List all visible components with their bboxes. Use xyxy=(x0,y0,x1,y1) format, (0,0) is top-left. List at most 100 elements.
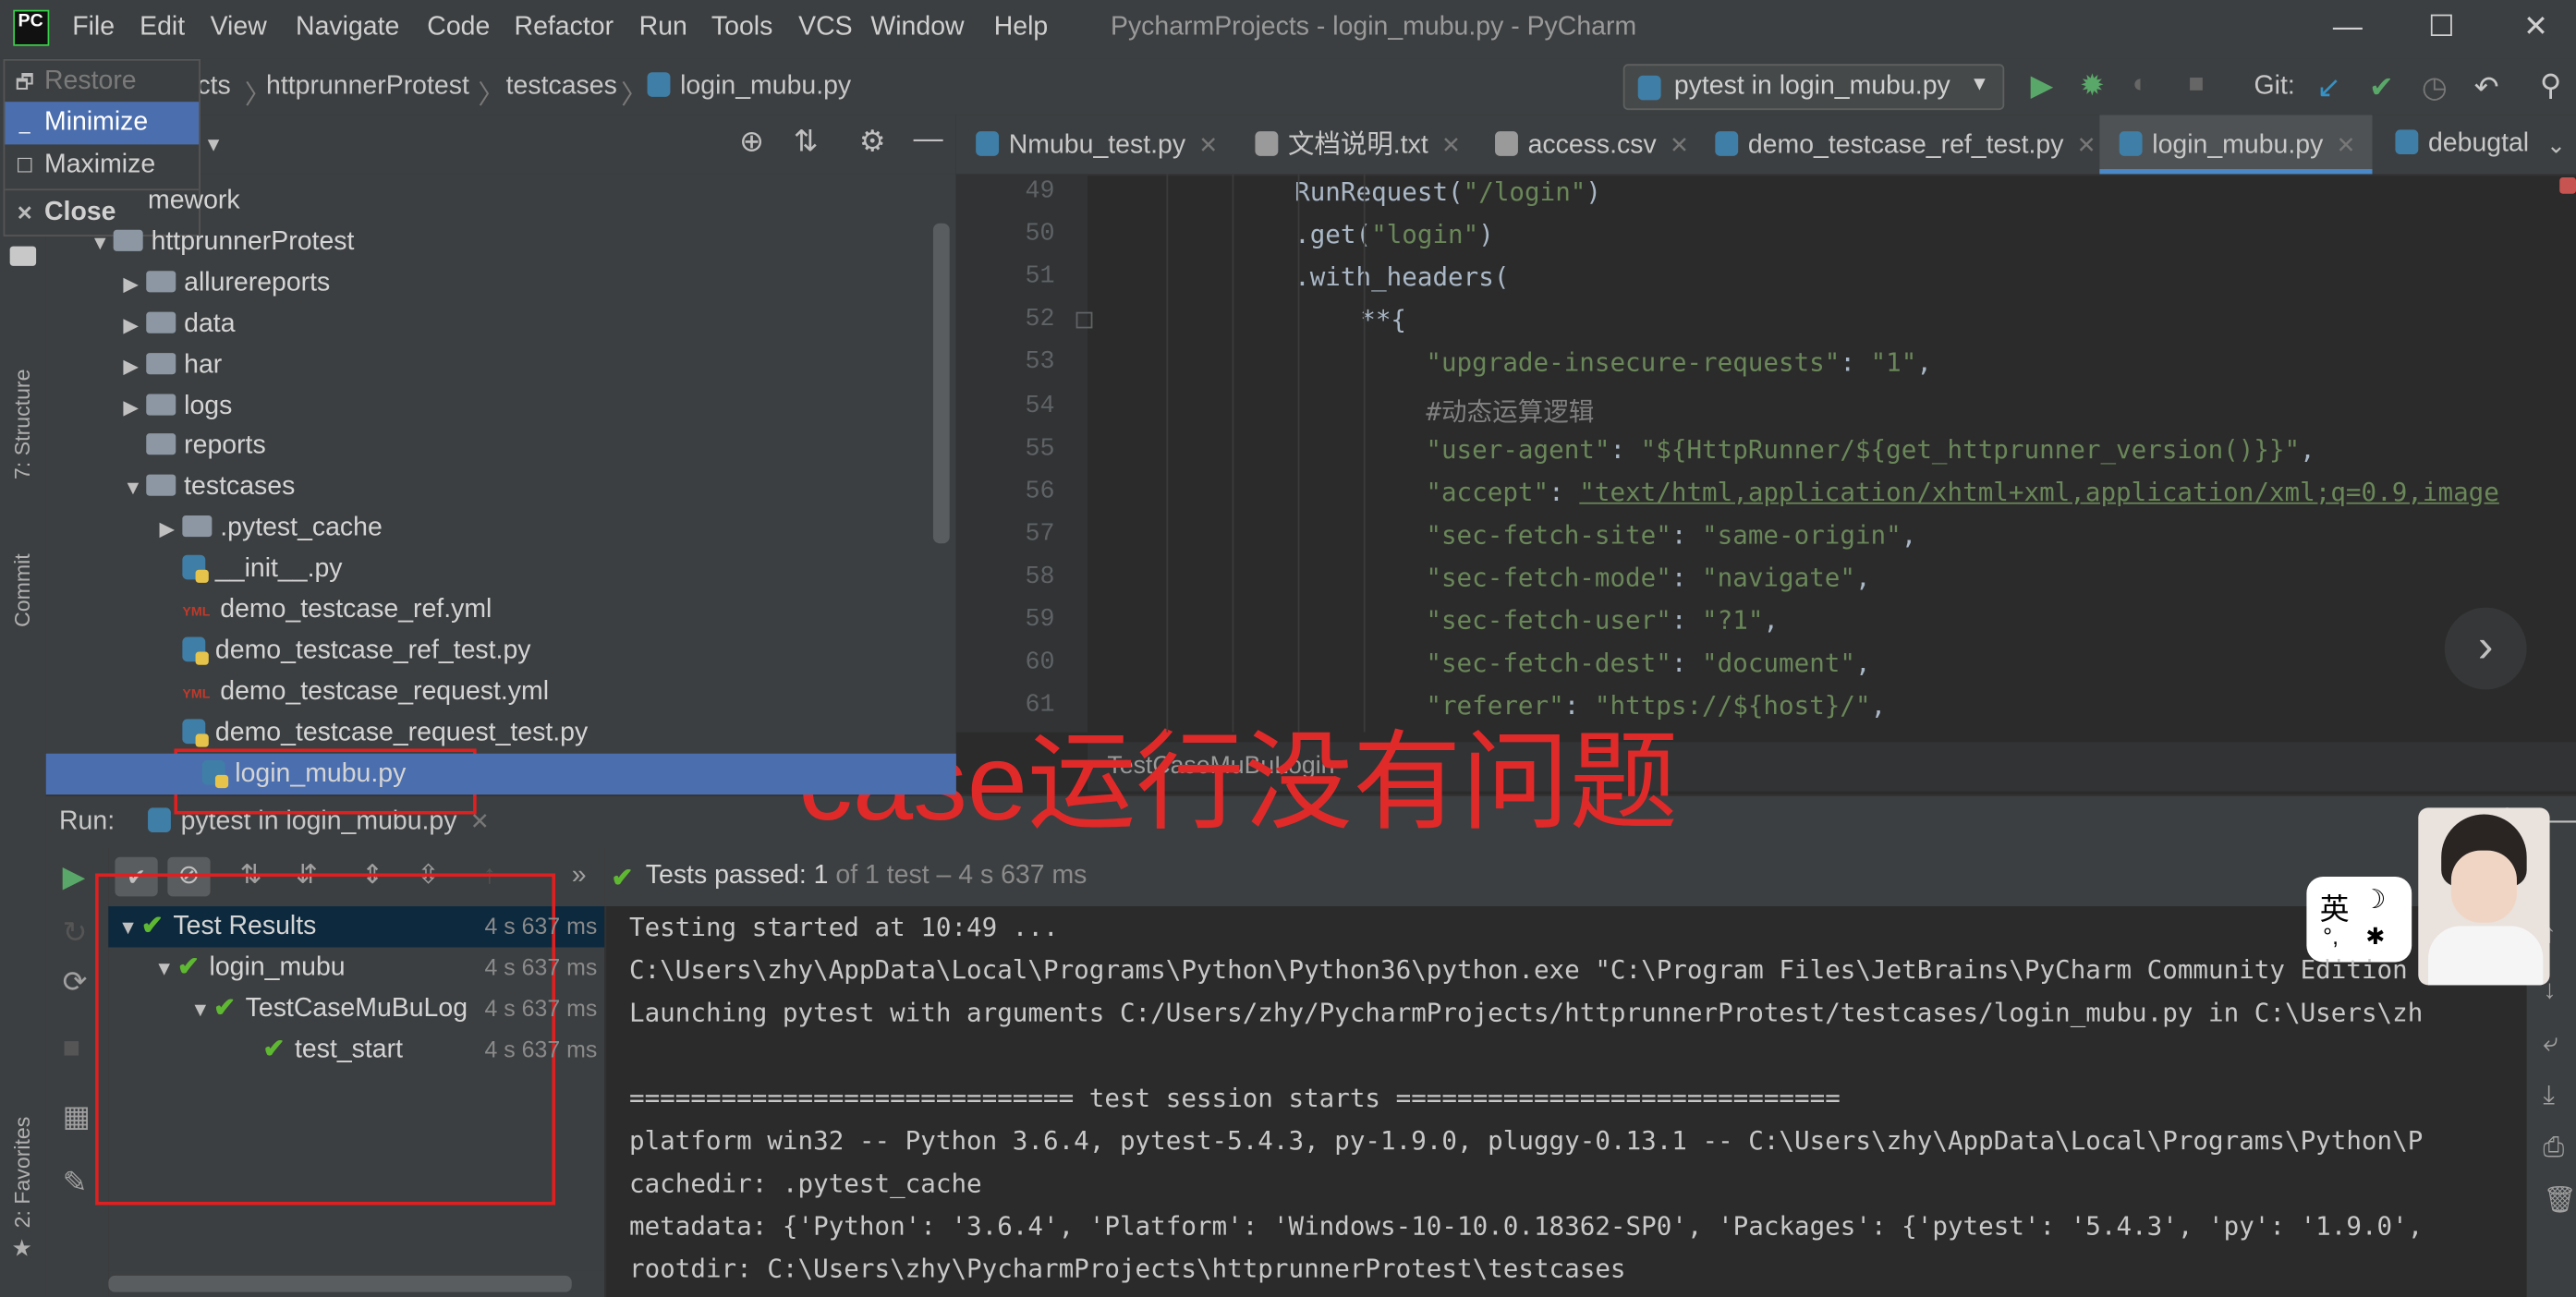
coverage-icon[interactable]: ◐ xyxy=(2132,71,2148,98)
stop-icon[interactable]: ■ xyxy=(2188,71,2204,98)
fold-marker-icon[interactable] xyxy=(1075,311,1093,329)
code-line[interactable]: "accept": "text/html,application/xhtml+x… xyxy=(1426,478,2499,507)
test-tree-hscrollbar[interactable] xyxy=(108,1270,605,1297)
search-icon[interactable]: ⚲ xyxy=(2540,70,2561,100)
chevron-right-icon[interactable]: ▶ xyxy=(159,509,182,550)
rerun-icon[interactable]: ▶ xyxy=(63,862,86,891)
star-icon[interactable]: ★ xyxy=(11,1234,31,1260)
trash-icon[interactable]: 🗑 xyxy=(2543,1188,2576,1215)
chevron-down-icon[interactable]: ▼ xyxy=(123,468,146,509)
tree-item-testcases[interactable]: ▼ testcases xyxy=(123,467,295,507)
code-line[interactable]: "upgrade-insecure-requests": "1", xyxy=(1426,348,1932,378)
layout-icon[interactable]: ▦ xyxy=(63,1102,91,1132)
tree-item-login-mubu-py[interactable]: login_mubu.py xyxy=(45,753,956,794)
scrollbar-thumb[interactable] xyxy=(108,1275,572,1292)
tree-item-har[interactable]: ▶ har xyxy=(123,344,222,384)
chevron-down-icon[interactable]: ▼ xyxy=(190,990,213,1031)
test-row-test-results[interactable]: ▼ ✔ Test Results xyxy=(118,906,316,947)
menu-view[interactable]: View xyxy=(211,13,267,42)
maximize-window-button[interactable]: ☐ xyxy=(2428,10,2455,44)
tree-item-data[interactable]: ▶ data xyxy=(123,303,235,344)
hide-panel-icon[interactable]: — xyxy=(914,123,943,152)
chevron-right-icon[interactable]: ▶ xyxy=(123,345,146,386)
breadcrumb-project[interactable]: cts xyxy=(197,72,230,102)
tree-item-demo-testcase-request-test-py[interactable]: demo_testcase_request_test.py xyxy=(159,712,588,753)
scroll-to-end-icon[interactable]: ⤓ xyxy=(2543,1083,2555,1109)
breadcrumb-httprunnerprotest[interactable]: httprunnerProtest xyxy=(266,72,469,102)
pycharm-logo[interactable]: PC xyxy=(13,9,50,46)
chevron-right-icon[interactable]: ▶ xyxy=(123,264,146,305)
git-update-icon[interactable]: ↙ xyxy=(2316,72,2341,102)
tree-item--pytest-cache[interactable]: ▶ .pytest_cache xyxy=(159,507,382,548)
tree-item-logs[interactable]: ▶ logs xyxy=(123,385,232,426)
chevron-down-icon[interactable]: ▼ xyxy=(154,949,177,989)
rollback-icon[interactable]: ↶ xyxy=(2474,72,2499,102)
tree-item-demo-testcase-ref-yml[interactable]: YML demo_testcase_ref.yml xyxy=(159,589,492,630)
close-tab-icon[interactable]: ✕ xyxy=(1441,131,1461,157)
debug-icon[interactable]: ✹ xyxy=(2080,70,2105,100)
hide-panel-icon[interactable]: — xyxy=(2546,805,2576,834)
minimize-window-button[interactable]: — xyxy=(2333,10,2363,44)
code-line[interactable]: "user-agent": "${HttpRunner/${get_httpru… xyxy=(1426,434,2315,464)
test-row-login-mubu[interactable]: ▼ ✔ login_mubu xyxy=(154,947,346,988)
menu-edit[interactable]: Edit xyxy=(140,13,185,42)
tab-doc-txt[interactable]: 文档说明.txt ✕ xyxy=(1255,115,1461,174)
close-tab-icon[interactable]: ✕ xyxy=(1198,131,1218,157)
more-icon[interactable]: » xyxy=(572,863,587,890)
chevron-down-icon[interactable]: ⌄ xyxy=(2546,131,2566,157)
structure-tool-tab[interactable]: 7: Structure xyxy=(10,370,35,479)
collapse-all-icon[interactable]: ⇅ xyxy=(794,127,819,156)
tree-item-demo-testcase-ref-test-py[interactable]: demo_testcase_ref_test.py xyxy=(159,630,531,671)
breadcrumb-file[interactable]: login_mubu.py xyxy=(647,72,851,102)
code-line[interactable]: #动态运算逻辑 xyxy=(1426,392,1594,428)
code-line[interactable]: "referer": "https://${host}/", xyxy=(1426,692,1886,721)
menu-vcs[interactable]: VCS xyxy=(798,13,853,42)
menu-restore[interactable]: 🗗 Restore xyxy=(5,61,199,103)
code-line[interactable]: "sec-fetch-site": "same-origin", xyxy=(1426,520,1916,550)
tree-item-demo-testcase-request-yml[interactable]: YML demo_testcase_request.yml xyxy=(159,672,549,712)
gear-icon[interactable]: ⚙ xyxy=(859,127,886,156)
tree-item-reports[interactable]: reports xyxy=(123,426,266,467)
test-row-testcasemubulog[interactable]: ▼ ✔ TestCaseMuBuLog xyxy=(190,988,468,1029)
close-window-button[interactable]: ✕ xyxy=(2523,10,2548,44)
menu-tools[interactable]: Tools xyxy=(711,13,772,42)
chevron-down-icon[interactable]: ▼ xyxy=(91,224,114,264)
menu-code[interactable]: Code xyxy=(427,13,490,42)
menu-file[interactable]: File xyxy=(72,13,115,42)
chevron-right-icon[interactable]: ▶ xyxy=(123,387,146,428)
run-icon[interactable]: ▶ xyxy=(2031,70,2054,100)
menu-window[interactable]: Window xyxy=(870,13,964,42)
commit-tool-tab[interactable]: Commit xyxy=(10,553,35,627)
error-marker-icon[interactable] xyxy=(2559,176,2576,194)
rerun-failed-icon[interactable]: ↻ xyxy=(63,917,88,947)
toggle-autotest-icon[interactable]: ⟳ xyxy=(63,967,88,997)
menu-refactor[interactable]: Refactor xyxy=(515,13,614,42)
pin-icon[interactable]: ✎ xyxy=(63,1168,88,1197)
code-line[interactable]: "sec-fetch-dest": "document", xyxy=(1426,648,1870,678)
tree-scrollbar[interactable] xyxy=(932,223,950,544)
close-tab-icon[interactable]: ✕ xyxy=(2337,131,2356,157)
menu-navigate[interactable]: Navigate xyxy=(296,13,399,42)
soft-wrap-icon[interactable]: ⤶ xyxy=(2543,1030,2558,1057)
next-arrow-icon[interactable]: › xyxy=(2444,607,2527,690)
history-icon[interactable]: ◷ xyxy=(2422,72,2448,102)
run-configuration-select[interactable]: pytest in login_mubu.py ▼ xyxy=(1622,64,2005,111)
code-line[interactable]: "sec-fetch-user": "?1", xyxy=(1426,606,1779,636)
menu-help[interactable]: Help xyxy=(994,13,1049,42)
tree-item-httprunnerprotest[interactable]: ▼ httprunnerProtest xyxy=(91,222,355,262)
code-line[interactable]: RunRequest("/login") xyxy=(1294,177,1601,207)
close-tab-icon[interactable]: ✕ xyxy=(2077,131,2096,157)
chevron-down-icon[interactable]: ▼ xyxy=(203,131,223,157)
ime-indicator[interactable]: 英 ☽ °, ✱ xyxy=(2306,877,2412,963)
menu-minimize[interactable]: _ Minimize xyxy=(5,102,200,145)
test-row-test-start[interactable]: ✔ test_start xyxy=(262,1029,403,1070)
tab-nmubu-test[interactable]: Nmubu_test.py ✕ xyxy=(976,115,1218,174)
chevron-down-icon[interactable]: ▼ xyxy=(118,908,141,949)
git-commit-icon[interactable]: ✔ xyxy=(2369,72,2394,102)
locate-icon[interactable]: ⊕ xyxy=(739,127,764,156)
tree-item-allurereports[interactable]: ▶ allurereports xyxy=(123,262,330,303)
tree-item--init-py[interactable]: __init__.py xyxy=(159,549,343,589)
tree-item-mework[interactable]: mework xyxy=(148,180,240,221)
code-line[interactable]: .with_headers( xyxy=(1294,263,1509,293)
close-tab-icon[interactable]: ✕ xyxy=(1670,131,1689,157)
